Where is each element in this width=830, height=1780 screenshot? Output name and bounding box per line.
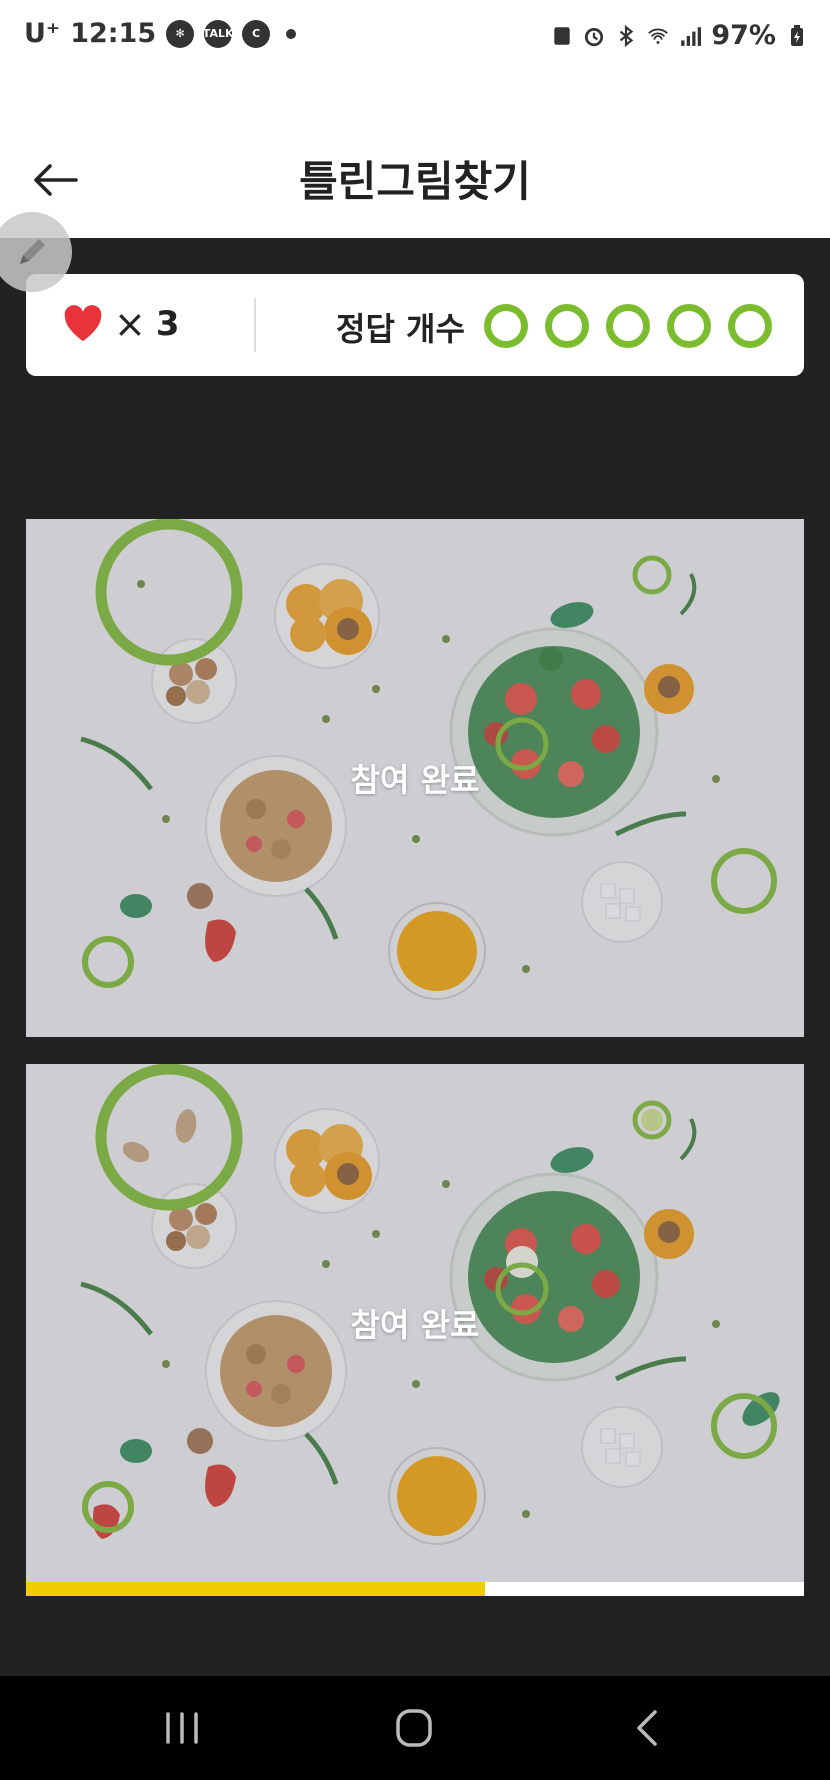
puzzle-image-original[interactable]: 참여 완료 <box>26 519 804 1037</box>
status-right: 97% <box>551 20 808 51</box>
battery-percent: 97% <box>711 20 776 51</box>
completed-label: 참여 완료 <box>350 1306 480 1344</box>
alarm-icon <box>585 27 604 46</box>
app-header: 틀린그림찾기 <box>0 80 830 238</box>
answer-indicator <box>545 304 589 348</box>
status-bar: U⁺ 12:15 ✻ TALK C 97% <box>0 0 830 80</box>
page-title: 틀린그림찾기 <box>299 157 531 206</box>
answer-indicator <box>606 304 650 348</box>
signal-icon <box>681 26 702 46</box>
pinwheel-icon: ✻ <box>166 19 195 48</box>
more-notifications-icon <box>286 28 297 39</box>
lives-multiplier: × <box>114 302 146 346</box>
heart-icon <box>64 305 102 341</box>
timer-progress-bar <box>26 1582 804 1596</box>
answer-indicators <box>484 304 772 348</box>
home-icon[interactable] <box>384 1706 444 1750</box>
status-left: U⁺ 12:15 ✻ TALK C <box>24 18 297 49</box>
talk-icon: TALK <box>203 19 234 48</box>
system-nav-bar <box>0 1676 830 1780</box>
lives-count: 3 <box>155 304 180 344</box>
completed-label: 참여 완료 <box>350 761 480 799</box>
c-icon: C <box>242 19 271 48</box>
bluetooth-icon <box>620 24 634 47</box>
back-nav-icon[interactable] <box>617 1706 677 1750</box>
answer-count-label: 정답 개수 <box>336 310 465 348</box>
nfc-icon <box>554 26 571 45</box>
clock: 12:15 <box>70 18 157 49</box>
game-area: × 3 정답 개수 참여 완료 참여 완료 <box>0 238 830 1676</box>
carrier-label: U⁺ <box>24 18 61 49</box>
recent-apps-icon[interactable] <box>152 1706 212 1750</box>
divider <box>254 298 256 352</box>
puzzle-image-modified[interactable]: 참여 완료 <box>26 1064 804 1582</box>
answer-indicator <box>484 304 528 348</box>
score-card: × 3 정답 개수 <box>26 274 804 376</box>
lives-counter: × 3 <box>62 302 180 346</box>
wifi-icon <box>648 28 669 44</box>
battery-charging-icon <box>791 24 803 46</box>
answer-indicator <box>728 304 772 348</box>
answer-indicator <box>667 304 711 348</box>
pencil-icon <box>20 239 45 264</box>
timer-progress-fill <box>26 1582 486 1596</box>
